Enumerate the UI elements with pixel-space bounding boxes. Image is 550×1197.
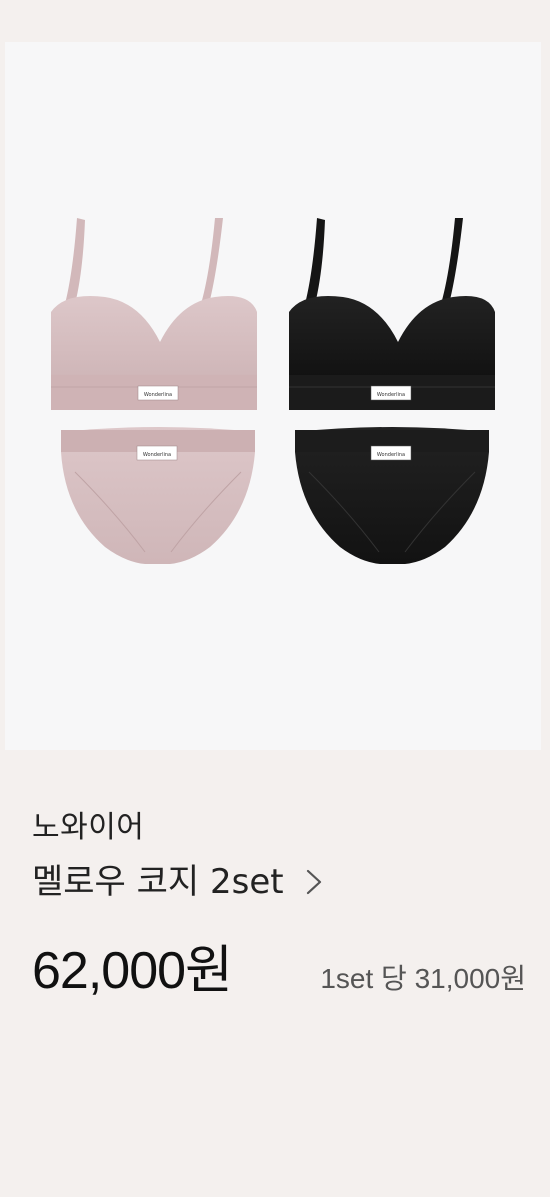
unit-price: 1set 당 31,000원 [320,963,526,994]
black-bra: Wonderlina [289,218,495,410]
product-photo: Wonderlina Wonderlina Wonderlina Wonderl… [51,218,495,564]
black-panty: Wonderlina [295,427,489,564]
black-panty-label: Wonderlina [377,452,405,458]
pink-panty-label: Wonderlina [143,452,171,458]
product-price: 62,000원 [32,942,233,1000]
chevron-right-icon[interactable] [304,867,324,897]
product-image[interactable]: Wonderlina Wonderlina Wonderlina Wonderl… [5,42,541,750]
pink-panty: Wonderlina [61,427,255,564]
black-bra-label: Wonderlina [377,392,405,398]
price-row: 62,000원 1set 당 31,000원 [32,939,526,1003]
product-title: 멜로우 코지 2set [32,862,284,902]
product-info: 노와이어 멜로우 코지 2set 62,000원 1set 당 31,000원 [32,805,526,1003]
pink-bra: Wonderlina [51,218,257,410]
product-category: 노와이어 [32,810,145,845]
pink-bra-label: Wonderlina [144,392,172,398]
product-title-link[interactable]: 멜로우 코지 2set [32,855,526,909]
